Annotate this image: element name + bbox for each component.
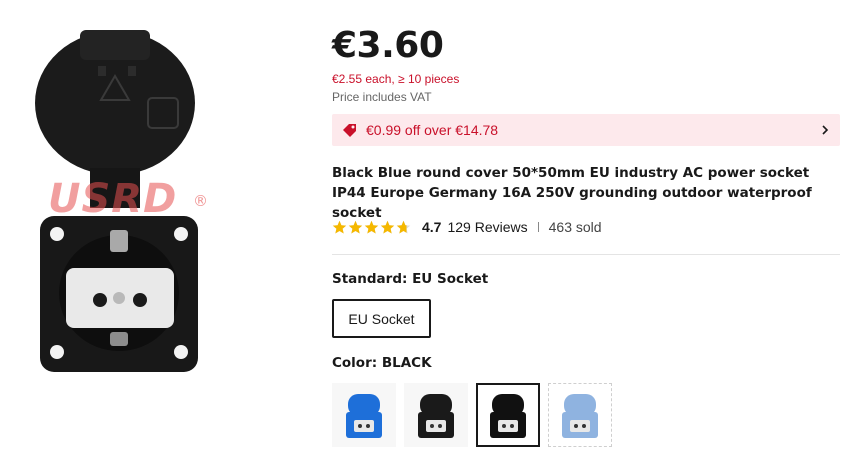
star-icon [332, 220, 347, 233]
standard-label: Standard: EU Socket [332, 271, 489, 287]
rating-value: 4.7 [422, 219, 442, 235]
tag-icon [342, 122, 358, 138]
swatch-socket-icon [490, 394, 526, 438]
swatch-socket-icon [562, 394, 598, 438]
divider [537, 222, 539, 232]
star-rating [332, 220, 412, 235]
registered-mark: ® [193, 192, 208, 210]
bulk-price: €2.55 each, ≥ 10 pieces [332, 72, 460, 86]
star-icon [348, 220, 363, 233]
product-image[interactable]: USRD ® [20, 18, 220, 378]
product-title: Black Blue round cover 50*50mm EU indust… [332, 165, 812, 221]
color-swatch-light-blue[interactable] [548, 383, 612, 447]
color-swatch-black-open[interactable] [476, 383, 540, 447]
rating-row: 4.7 129 Reviews 463 sold [332, 217, 602, 237]
chevron-right-icon [818, 123, 832, 137]
vat-note: Price includes VAT [332, 90, 432, 104]
swatch-socket-icon [346, 394, 382, 438]
star-icon [364, 220, 379, 233]
price: €3.60 [332, 25, 444, 66]
sold-count: 463 sold [548, 219, 602, 235]
coupon-banner[interactable]: €0.99 off over €14.78 [332, 114, 840, 146]
star-icon [396, 220, 411, 233]
coupon-text: €0.99 off over €14.78 [366, 122, 499, 138]
color-swatch-black[interactable] [404, 383, 468, 447]
brand-watermark: USRD [48, 176, 178, 222]
swatch-socket-icon [418, 394, 454, 438]
section-divider [332, 254, 840, 255]
color-swatch-blue[interactable] [332, 383, 396, 447]
reviews-link[interactable]: 129 Reviews [447, 219, 527, 235]
color-label: Color: BLACK [332, 355, 432, 371]
color-swatches [332, 383, 620, 447]
star-icon [380, 220, 395, 233]
standard-option-eu-socket[interactable]: EU Socket [332, 299, 431, 338]
